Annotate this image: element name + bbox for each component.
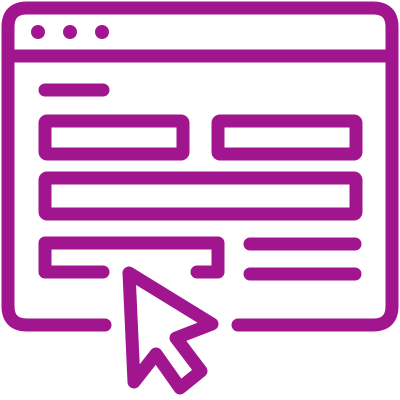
window-dot-3 bbox=[95, 25, 109, 39]
input-field-wide bbox=[38, 171, 363, 221]
window-dot-2 bbox=[63, 25, 77, 39]
window-dot-1 bbox=[31, 25, 45, 39]
web-form-click-icon bbox=[1, 1, 399, 395]
input-field-top-right bbox=[211, 114, 363, 161]
input-field-top-left bbox=[38, 114, 190, 161]
icon-canvas bbox=[0, 0, 400, 400]
mouse-pointer-icon bbox=[122, 266, 219, 395]
